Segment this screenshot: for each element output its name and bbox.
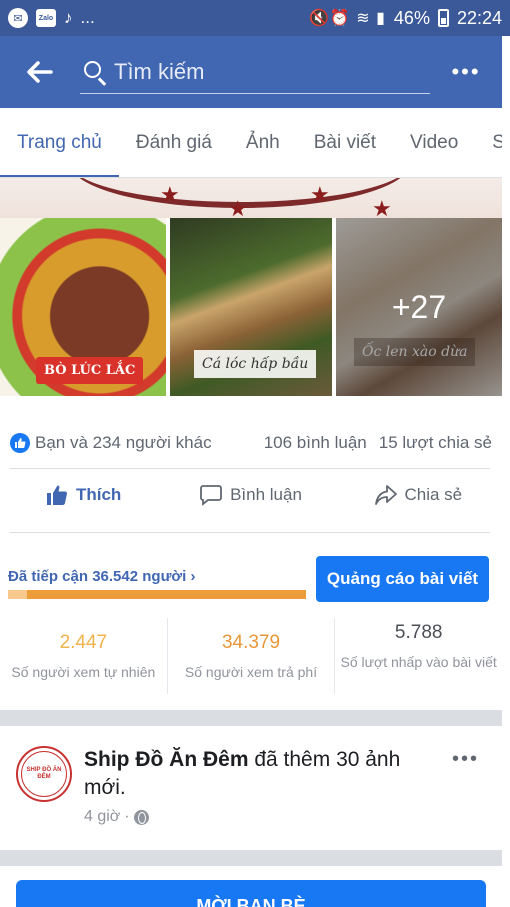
page-avatar[interactable]: SHIP ĐỒ ĂN ĐÊM xyxy=(16,746,72,802)
stat-value: 34.379 xyxy=(221,632,281,653)
page-tabs: Trang chủ Đánh giá Ảnh Bài viết Video S xyxy=(0,108,502,178)
avatar-logo-text: SHIP ĐỒ ĂN ĐÊM xyxy=(21,751,67,797)
battery-percent: 46% xyxy=(393,7,430,28)
photo-bo-luc-lac[interactable]: BÒ LÚC LẮC xyxy=(0,218,166,396)
like-label: Thích xyxy=(75,485,122,504)
promotion-stats: 2.447 Số người xem tự nhiên 34.379 Số ng… xyxy=(0,618,502,694)
app-header: ••• xyxy=(0,36,502,108)
status-time: 22:24 xyxy=(456,7,502,28)
stat-label: Số người xem trả phí xyxy=(184,664,318,680)
chevron-right-icon: › xyxy=(190,568,196,585)
divider xyxy=(10,532,490,533)
share-label: Chia sẻ xyxy=(404,485,463,504)
reactions-row: Bạn và 234 người khác 106 bình luận 15 l… xyxy=(10,426,492,460)
tab-posts[interactable]: Bài viết xyxy=(297,108,393,177)
meta-separator: · xyxy=(124,808,130,825)
tab-photos[interactable]: Ảnh xyxy=(229,108,297,177)
reach-link[interactable]: Đã tiếp cận 36.542 người › xyxy=(8,568,195,585)
thumbs-up-icon xyxy=(46,485,67,505)
zalo-icon: Zalo xyxy=(36,9,56,27)
status-bar: ✉ Zalo ♪ ... 🔇⏰ ≋ ▮ 46% 22:24 xyxy=(0,0,510,36)
tab-more[interactable]: S xyxy=(475,108,502,177)
post-meta: 4 giờ · xyxy=(84,808,149,826)
more-options-button[interactable]: ••• xyxy=(430,36,502,108)
section-separator xyxy=(0,850,502,866)
stat-label: Số lượt nhấp vào bài viết xyxy=(340,654,497,670)
reaction-summary[interactable]: Bạn và 234 người khác xyxy=(35,433,212,453)
status-more-notifications: ... xyxy=(80,8,95,27)
photo-ca-loc[interactable]: Cá lóc hấp bầu xyxy=(170,218,332,396)
photo-caption: Cá lóc hấp bầu xyxy=(194,350,317,378)
tiktok-icon: ♪ xyxy=(64,8,73,27)
page-name-link[interactable]: Ship Đồ Ăn Đêm xyxy=(84,748,249,771)
tab-home[interactable]: Trang chủ xyxy=(0,108,119,177)
invite-friends-button[interactable]: MỜI BẠN BÈ xyxy=(16,880,486,907)
post-header-text: Ship Đồ Ăn Đêm đã thêm 30 ảnh mới. xyxy=(84,746,424,802)
like-button[interactable]: Thích xyxy=(0,484,167,506)
status-icons: 🔇⏰ ≋ ▮ xyxy=(308,10,386,27)
globe-icon xyxy=(133,809,149,825)
post-actions: Thích Bình luận Chia sẻ xyxy=(0,470,502,520)
stat-organic[interactable]: 2.447 Số người xem tự nhiên xyxy=(0,618,168,694)
tab-videos[interactable]: Video xyxy=(393,108,475,177)
search-input[interactable] xyxy=(114,58,414,85)
comment-count[interactable]: 106 bình luận xyxy=(264,433,367,453)
photo-caption: BÒ LÚC LẮC xyxy=(36,357,144,384)
stat-clicks[interactable]: 5.788 Số lượt nhấp vào bài viết xyxy=(335,618,502,694)
comment-label: Bình luận xyxy=(230,485,302,504)
reach-progress-fill xyxy=(8,590,28,599)
share-arrow-icon xyxy=(374,485,397,505)
search-bar[interactable] xyxy=(80,50,430,94)
comment-button[interactable]: Bình luận xyxy=(167,484,334,506)
like-reaction-icon xyxy=(10,433,30,453)
reach-progress-bar xyxy=(8,590,306,599)
stat-value: 2.447 xyxy=(59,632,108,653)
cover-photo[interactable]: ★ ★ ★ ★ xyxy=(0,178,502,218)
share-button[interactable]: Chia sẻ xyxy=(335,484,502,506)
stat-value: 5.788 xyxy=(394,622,443,643)
back-arrow-icon[interactable] xyxy=(0,36,80,108)
stat-paid[interactable]: 34.379 Số người xem trả phí xyxy=(168,618,336,694)
divider xyxy=(10,468,490,469)
tab-reviews[interactable]: Đánh giá xyxy=(119,108,229,177)
share-count[interactable]: 15 lượt chia sẻ xyxy=(379,433,492,453)
post-time[interactable]: 4 giờ xyxy=(84,808,120,826)
more-photos-overlay[interactable]: +27 xyxy=(336,218,502,396)
section-separator xyxy=(0,710,502,726)
post-more-button[interactable]: ••• xyxy=(452,748,479,771)
battery-icon xyxy=(437,9,449,27)
messenger-icon: ✉ xyxy=(8,8,28,28)
stat-label: Số người xem tự nhiên xyxy=(11,664,156,680)
boost-post-button[interactable]: Quảng cáo bài viết xyxy=(316,556,489,602)
reach-text: Đã tiếp cận 36.542 người xyxy=(8,568,187,585)
search-icon xyxy=(80,57,114,87)
comment-icon xyxy=(200,485,222,506)
